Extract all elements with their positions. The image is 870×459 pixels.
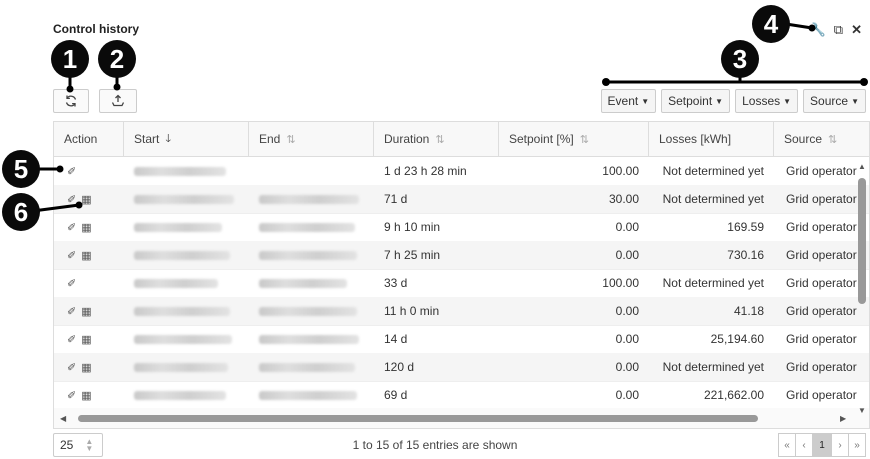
callout-5: 5 — [2, 150, 40, 188]
callout-2: 2 — [98, 40, 136, 78]
callout-4: 4 — [752, 5, 790, 43]
callout-6: 6 — [2, 193, 40, 231]
callout-1: 1 — [51, 40, 89, 78]
callout-3: 3 — [721, 40, 759, 78]
